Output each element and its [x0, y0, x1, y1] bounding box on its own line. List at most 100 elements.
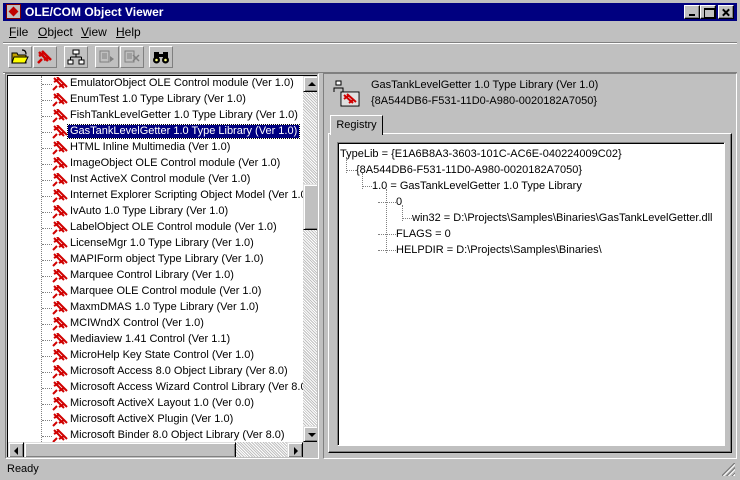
open-button[interactable] [8, 46, 32, 68]
view-button[interactable] [149, 46, 173, 68]
object-tree-button[interactable] [33, 46, 57, 68]
tree-item-label: FishTankLevelGetter 1.0 Type Library (Ve… [70, 109, 298, 121]
registry-item[interactable]: HELPDIR = D:\Projects\Samples\Binaries\ [396, 243, 602, 259]
tree-item-label: MCIWndX Control (Ver 1.0) [70, 317, 204, 329]
tree-connector [42, 228, 52, 229]
tree-vertical-scrollbar[interactable] [303, 76, 317, 442]
tree-item-label: LicenseMgr 1.0 Type Library (Ver 1.0) [70, 237, 254, 249]
tree-connector [42, 388, 52, 389]
tree-item[interactable]: Microsoft ActiveX Layout 1.0 (Ver 0.0) [8, 396, 303, 412]
registry-item[interactable]: win32 = D:\Projects\Samples\Binaries\Gas… [412, 211, 713, 227]
type-library-icon [52, 429, 68, 442]
tree-item[interactable]: Microsoft Binder 8.0 Object Library (Ver… [8, 428, 303, 442]
menu-file[interactable]: File [9, 25, 28, 39]
tree-item-label: HTML Inline Multimedia (Ver 1.0) [70, 141, 231, 153]
tree-connector [42, 260, 52, 261]
tree-connector [42, 420, 52, 421]
tree-item-label: Microsoft Access Wizard Control Library … [70, 381, 303, 393]
scroll-down-button[interactable] [303, 426, 317, 442]
paste-button[interactable] [120, 46, 144, 68]
minimize-button[interactable] [684, 5, 700, 19]
type-library-icon [52, 301, 68, 315]
copy-button[interactable] [95, 46, 119, 68]
tree-item[interactable]: Microsoft Access Wizard Control Library … [8, 380, 303, 396]
type-library-icon [52, 397, 68, 411]
tree-item[interactable]: HTML Inline Multimedia (Ver 1.0) [8, 140, 303, 156]
scroll-left-button[interactable] [8, 442, 24, 457]
tree-connector [42, 324, 52, 325]
type-library-icon [52, 125, 68, 139]
type-library-icon [52, 333, 68, 347]
tree-item[interactable]: LicenseMgr 1.0 Type Library (Ver 1.0) [8, 236, 303, 252]
object-tree[interactable]: EmulatorObject OLE Control module (Ver 1… [7, 75, 317, 457]
toolbar [3, 45, 737, 71]
tree-item-label: MaxmDMAS 1.0 Type Library (Ver 1.0) [70, 301, 259, 313]
maximize-button[interactable] [700, 5, 716, 19]
tree-item[interactable]: Inst ActiveX Control module (Ver 1.0) [8, 172, 303, 188]
type-library-icon [52, 269, 68, 283]
tree-item[interactable]: ImageObject OLE Control module (Ver 1.0) [8, 156, 303, 172]
tree-item[interactable]: MCIWndX Control (Ver 1.0) [8, 316, 303, 332]
type-library-icon [52, 285, 68, 299]
scroll-thumb[interactable] [303, 184, 317, 230]
hierarchy-icon [67, 49, 85, 65]
type-library-icon [52, 205, 68, 219]
tree-item-label: GasTankLevelGetter 1.0 Type Library (Ver… [66, 124, 301, 139]
tree-connector [42, 84, 52, 85]
menu-object[interactable]: Object [38, 25, 73, 39]
tree-item[interactable]: MicroHelp Key State Control (Ver 1.0) [8, 348, 303, 364]
type-library-icon [52, 93, 68, 107]
tree-item[interactable]: Microsoft ActiveX Plugin (Ver 1.0) [8, 412, 303, 428]
tree-item-label: ImageObject OLE Control module (Ver 1.0) [70, 157, 281, 169]
tree-connector [42, 404, 52, 405]
tab-registry[interactable]: Registry [330, 115, 383, 135]
tree-item[interactable]: Internet Explorer Scripting Object Model… [8, 188, 303, 204]
main-window: OLE/COM Object Viewer File Object View H… [0, 0, 740, 480]
tree-connector [42, 164, 52, 165]
registry-item[interactable]: TypeLib = {E1A6B8A3-3603-101C-AC6E-04022… [340, 147, 622, 163]
scroll-up-button[interactable] [303, 76, 317, 92]
scroll-corner [303, 442, 317, 457]
hierarchy-button[interactable] [64, 46, 88, 68]
tree-item-label: Marquee Control Library (Ver 1.0) [70, 269, 234, 281]
registry-item[interactable]: FLAGS = 0 [396, 227, 451, 243]
registry-item[interactable]: 1.0 = GasTankLevelGetter 1.0 Type Librar… [372, 179, 582, 195]
type-library-icon [52, 157, 68, 171]
tree-item[interactable]: GasTankLevelGetter 1.0 Type Library (Ver… [8, 124, 303, 140]
type-library-icon [52, 413, 68, 427]
type-library-icon [52, 77, 68, 91]
menu-view[interactable]: View [81, 25, 107, 39]
registry-connector [402, 218, 412, 219]
tree-horizontal-scrollbar[interactable] [8, 442, 303, 457]
tree-item[interactable]: MAPIForm object Type Library (Ver 1.0) [8, 252, 303, 268]
tree-item[interactable]: MaxmDMAS 1.0 Type Library (Ver 1.0) [8, 300, 303, 316]
registry-connector [378, 234, 396, 235]
tree-item[interactable]: EmulatorObject OLE Control module (Ver 1… [8, 76, 303, 92]
registry-item[interactable]: {8A544DB6-F531-11D0-A980-0020182A7050} [356, 163, 582, 179]
tree-item[interactable]: Marquee Control Library (Ver 1.0) [8, 268, 303, 284]
menu-bar: File Object View Help [3, 23, 737, 41]
tree-item[interactable]: EnumTest 1.0 Type Library (Ver 1.0) [8, 92, 303, 108]
tree-item[interactable]: Mediaview 1.41 Control (Ver 1.1) [8, 332, 303, 348]
menu-help[interactable]: Help [116, 25, 141, 39]
hscroll-thumb[interactable] [24, 442, 236, 457]
tree-item[interactable]: FishTankLevelGetter 1.0 Type Library (Ve… [8, 108, 303, 124]
title-bar[interactable]: OLE/COM Object Viewer [3, 3, 737, 21]
tree-connector [42, 292, 52, 293]
tree-connector [42, 132, 52, 133]
binoculars-icon [153, 52, 169, 64]
resize-grip-icon[interactable] [722, 463, 735, 476]
app-icon[interactable] [6, 4, 21, 19]
tree-item[interactable]: IvAuto 1.0 Type Library (Ver 1.0) [8, 204, 303, 220]
registry-tree[interactable]: TypeLib = {E1A6B8A3-3603-101C-AC6E-04022… [337, 142, 725, 446]
tree-item[interactable]: LabelObject OLE Control module (Ver 1.0) [8, 220, 303, 236]
tree-connector [42, 308, 52, 309]
scroll-right-button[interactable] [287, 442, 303, 457]
tree-item[interactable]: Marquee OLE Control module (Ver 1.0) [8, 284, 303, 300]
close-button[interactable] [718, 5, 734, 19]
menu-separator [3, 42, 737, 44]
tree-item-label: MAPIForm object Type Library (Ver 1.0) [70, 253, 264, 265]
tree-connector [42, 276, 52, 277]
registry-item[interactable]: 0 [396, 195, 402, 211]
tree-item[interactable]: Microsoft Access 8.0 Object Library (Ver… [8, 364, 303, 380]
